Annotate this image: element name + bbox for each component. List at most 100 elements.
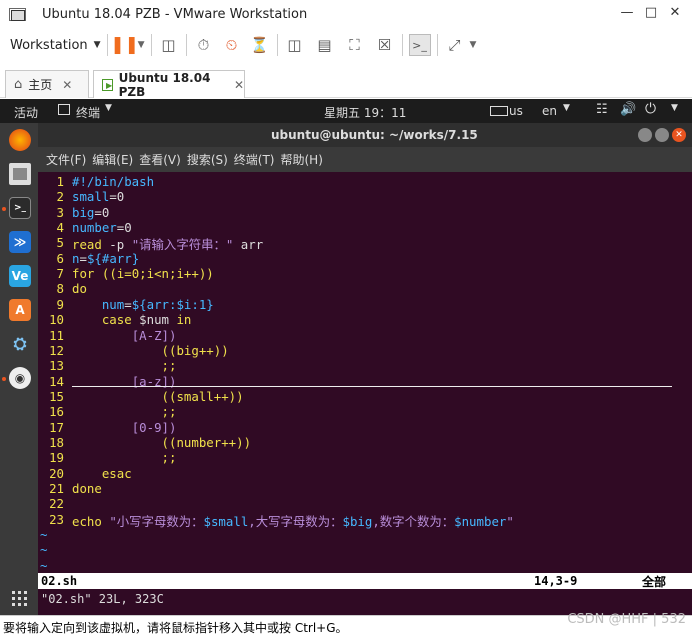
terminal-title: ubuntu@ubuntu: ~/works/7.15	[271, 128, 478, 142]
maximize-button[interactable]: □	[641, 4, 661, 22]
code-line: case $num in	[101, 312, 192, 328]
code-line: for ((i=0;i<n;i++))	[72, 266, 214, 282]
window-title: Ubuntu 18.04 PZB - VMware Workstation	[42, 6, 308, 22]
menu-file[interactable]: 文件(F)	[46, 151, 86, 168]
tab-label: 主页	[28, 78, 53, 92]
unity-icon[interactable]: ☒	[374, 34, 396, 56]
sidebar-view-icon[interactable]: ◫	[284, 34, 306, 56]
line-number: 10	[49, 312, 64, 328]
menu-view[interactable]: 查看(V)	[139, 151, 181, 168]
close-button[interactable]: ✕	[665, 4, 685, 22]
line-number: 19	[49, 450, 64, 466]
app-menu[interactable]: 终端	[76, 104, 100, 121]
code-line: ((small++))	[161, 388, 244, 404]
code-line: esac	[101, 465, 132, 481]
snapshot-icon[interactable]: ⏱	[193, 34, 215, 56]
keyboard-icon	[490, 106, 508, 116]
activities-button[interactable]: 活动	[14, 104, 38, 121]
files-icon[interactable]	[9, 163, 31, 185]
line-number: 22	[49, 496, 64, 512]
vm-running-icon: ▶	[102, 78, 113, 91]
line-number: 17	[49, 419, 64, 435]
vim-editor-icon[interactable]: Ve	[9, 265, 31, 287]
tab-label: Ubuntu 18.04 PZB	[118, 70, 211, 99]
line-number: 6	[56, 250, 64, 266]
status-message: 要将输入定向到该虚拟机，请将鼠标指针移入其中或按 Ctrl+G。	[3, 620, 348, 635]
code-line: big=0	[72, 204, 110, 220]
firefox-icon[interactable]	[9, 129, 31, 151]
send-ctrl-alt-del-icon[interactable]: ◫	[158, 34, 180, 56]
chevron-down-icon[interactable]: ▼	[671, 103, 678, 113]
line-number: 7	[56, 266, 64, 282]
line-number: 21	[49, 481, 64, 496]
close-icon[interactable]: ✕	[234, 78, 244, 92]
software-center-icon[interactable]: A	[9, 299, 31, 321]
line-number: 5	[56, 235, 64, 251]
revert-snapshot-icon[interactable]: ⏲	[221, 34, 243, 56]
close-icon[interactable]: ✕	[62, 78, 72, 92]
minimize-button[interactable]: —	[617, 4, 637, 22]
network-tools-icon[interactable]: ⛭	[9, 333, 31, 355]
watermark: CSDN @HHF | 532	[567, 612, 686, 627]
line-number: 13	[49, 358, 64, 374]
terminal-maximize-button[interactable]	[655, 128, 669, 142]
gnome-top-bar: 活动 终端 ▼ 星期五 19：11 us en ▼ ☷ 🔊 ⏻ ▼	[0, 99, 692, 123]
input-language[interactable]: en	[542, 104, 557, 118]
line-number: 12	[49, 342, 64, 358]
code-line: do	[72, 281, 87, 297]
volume-icon[interactable]: 🔊	[620, 102, 636, 117]
code-line: ;;	[161, 404, 177, 420]
workstation-menu[interactable]: Workstation	[10, 38, 88, 53]
code-line: [0-9])	[131, 419, 177, 435]
tab-ubuntu[interactable]: ▶ Ubuntu 18.04 PZB ✕	[93, 70, 245, 99]
running-indicator	[2, 377, 6, 381]
chevron-down-icon[interactable]: ▼	[138, 40, 145, 50]
fullscreen-icon[interactable]: ⛶	[344, 34, 366, 56]
terminal-title-bar: ubuntu@ubuntu: ~/works/7.15 ✕	[38, 123, 692, 147]
code-line: [A-Z])	[131, 327, 177, 343]
chevron-down-icon[interactable]: ▼	[563, 103, 570, 113]
chevron-down-icon[interactable]: ▼	[94, 40, 101, 50]
network-icon[interactable]: ☷	[596, 102, 608, 117]
line-number: 16	[49, 404, 64, 420]
code-line: done	[72, 481, 102, 496]
menu-edit[interactable]: 编辑(E)	[92, 151, 133, 168]
menu-terminal[interactable]: 终端(T)	[234, 151, 275, 168]
code-line: #!/bin/bash	[72, 174, 155, 189]
menu-search[interactable]: 搜索(S)	[187, 151, 228, 168]
chevron-down-icon[interactable]: ▼	[105, 103, 112, 113]
tab-home[interactable]: ⌂ 主页 ✕	[5, 70, 89, 98]
line-number: 9	[56, 296, 64, 312]
cursor-line	[72, 386, 672, 387]
line-number: 15	[49, 388, 64, 404]
vmware-toolbar: Workstation ▼ ❚❚ ▼ ◫ ⏱ ⏲ ⏳ ◫ ▤ ⛶ ☒ >_ ⤢ …	[0, 28, 692, 62]
empty-line-marker: ~	[40, 542, 48, 558]
clock[interactable]: 星期五 19：11	[324, 104, 406, 121]
disk-icon[interactable]: ◉	[9, 367, 31, 389]
ubuntu-dock: >_ ≫ Ve A ⛭ ◉	[0, 123, 38, 615]
line-number: 4	[56, 220, 64, 236]
code-line: ((big++))	[161, 342, 229, 358]
running-indicator	[2, 207, 6, 211]
code-line: small=0	[72, 189, 125, 205]
snapshot-manager-icon[interactable]: ⏳	[249, 34, 271, 56]
keyboard-layout[interactable]: us	[509, 104, 523, 118]
code-line: ;;	[161, 358, 177, 374]
menu-help[interactable]: 帮助(H)	[281, 151, 323, 168]
terminal-view-icon[interactable]: >_	[408, 34, 431, 56]
vim-editor[interactable]: 1 #!/bin/bash 2 small=0 3 big=0 4 number=0 5 read…	[38, 172, 692, 615]
code-line: echo "小写字母数为：$small,大写字母数为：$big,数字个数为：$n…	[72, 513, 514, 529]
chevron-down-icon[interactable]: ▼	[470, 40, 477, 50]
terminal-menu-bar: 文件(F) 编辑(E) 查看(V) 搜索(S) 终端(T) 帮助(H)	[38, 147, 692, 172]
power-icon[interactable]: ⏻	[645, 101, 656, 117]
terminal-icon[interactable]: >_	[9, 197, 31, 219]
terminal-minimize-button[interactable]	[638, 128, 652, 142]
pause-icon[interactable]: ❚❚	[110, 34, 139, 56]
vscode-icon[interactable]: ≫	[9, 231, 31, 253]
line-number: 2	[56, 189, 64, 205]
console-view-icon[interactable]: ▤	[314, 34, 336, 56]
show-applications-icon[interactable]	[12, 591, 28, 607]
terminal-close-button[interactable]: ✕	[672, 128, 686, 142]
stretch-view-icon[interactable]: ⤢	[444, 34, 466, 56]
home-icon: ⌂	[14, 77, 23, 92]
